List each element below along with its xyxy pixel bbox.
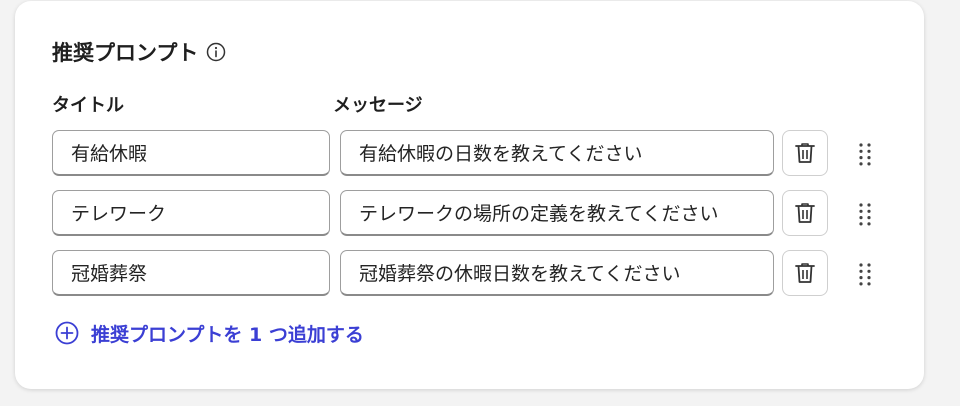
add-prompt-button[interactable]: 推奨プロンプトを 1 つ追加する bbox=[55, 320, 364, 346]
prompt-message-input[interactable]: 有給休暇の日数を教えてください bbox=[340, 130, 774, 176]
prompt-row: 有給休暇 有給休暇の日数を教えてください bbox=[0, 130, 960, 178]
info-circle-icon[interactable] bbox=[206, 42, 226, 62]
trash-icon bbox=[795, 143, 815, 163]
trash-icon bbox=[795, 263, 815, 283]
section-title: 推奨プロンプト bbox=[52, 41, 199, 65]
add-prompt-label: 推奨プロンプトを 1 つ追加する bbox=[91, 323, 364, 346]
prompt-message-input[interactable]: テレワークの場所の定義を教えてください bbox=[340, 190, 774, 236]
prompt-row: 冠婚葬祭 冠婚葬祭の休暇日数を教えてください bbox=[0, 250, 960, 298]
plus-circle-icon bbox=[55, 321, 79, 345]
drag-handle-icon[interactable] bbox=[856, 142, 874, 166]
trash-icon bbox=[795, 203, 815, 223]
section-header: 推奨プロンプト bbox=[52, 36, 226, 68]
prompt-message-input[interactable]: 冠婚葬祭の休暇日数を教えてください bbox=[340, 250, 774, 296]
prompt-title-input[interactable]: テレワーク bbox=[52, 190, 330, 236]
delete-button[interactable] bbox=[782, 130, 828, 176]
prompt-row: テレワーク テレワークの場所の定義を教えてください bbox=[0, 190, 960, 238]
title-column-label: タイトル bbox=[52, 95, 124, 116]
message-column-label: メッセージ bbox=[333, 95, 423, 116]
drag-handle-icon[interactable] bbox=[856, 262, 874, 286]
drag-handle-icon[interactable] bbox=[856, 202, 874, 226]
delete-button[interactable] bbox=[782, 190, 828, 236]
delete-button[interactable] bbox=[782, 250, 828, 296]
prompt-title-input[interactable]: 有給休暇 bbox=[52, 130, 330, 176]
prompt-title-input[interactable]: 冠婚葬祭 bbox=[52, 250, 330, 296]
